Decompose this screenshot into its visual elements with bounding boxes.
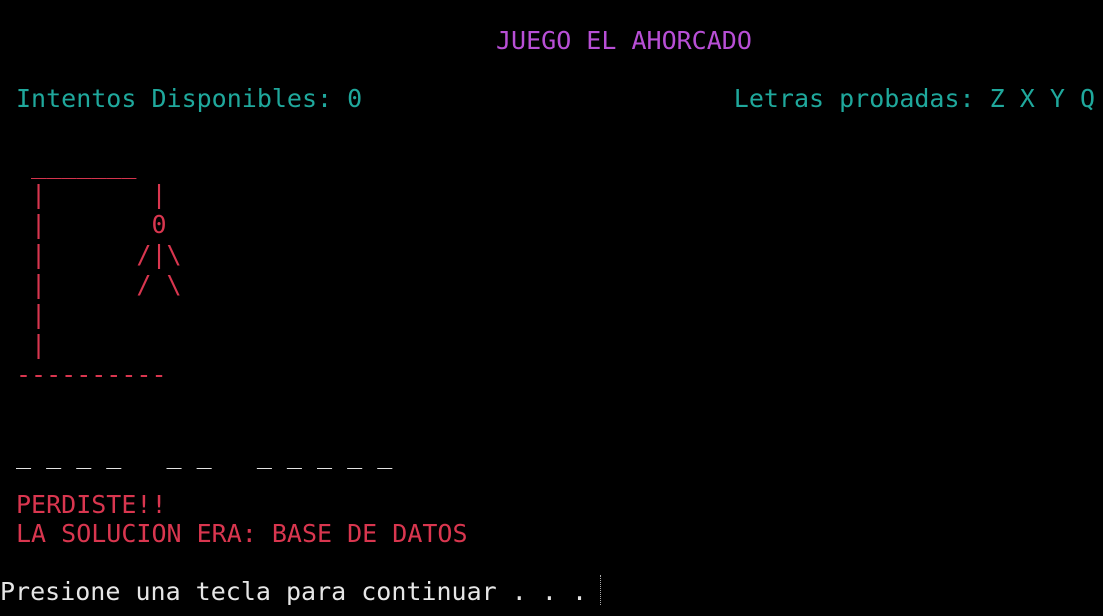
game-title: JUEGO EL AHORCADO xyxy=(496,26,752,55)
lost-message: PERDISTE!! xyxy=(16,490,167,519)
hangman-drawing: _______ | | | 0 | /|\ | / \ | | --------… xyxy=(16,150,182,389)
solution-message: LA SOLUCION ERA: BASE DE DATOS xyxy=(16,519,468,548)
attempts-remaining: Intentos Disponibles: 0 xyxy=(16,84,363,113)
continue-prompt[interactable]: Presione una tecla para continuar . . . xyxy=(0,577,587,607)
text-cursor xyxy=(600,575,601,605)
word-blanks: _ _ _ _ _ _ _ _ _ _ _ xyxy=(16,440,393,469)
letters-tried: Letras probadas: Z X Y Q xyxy=(733,84,1095,113)
